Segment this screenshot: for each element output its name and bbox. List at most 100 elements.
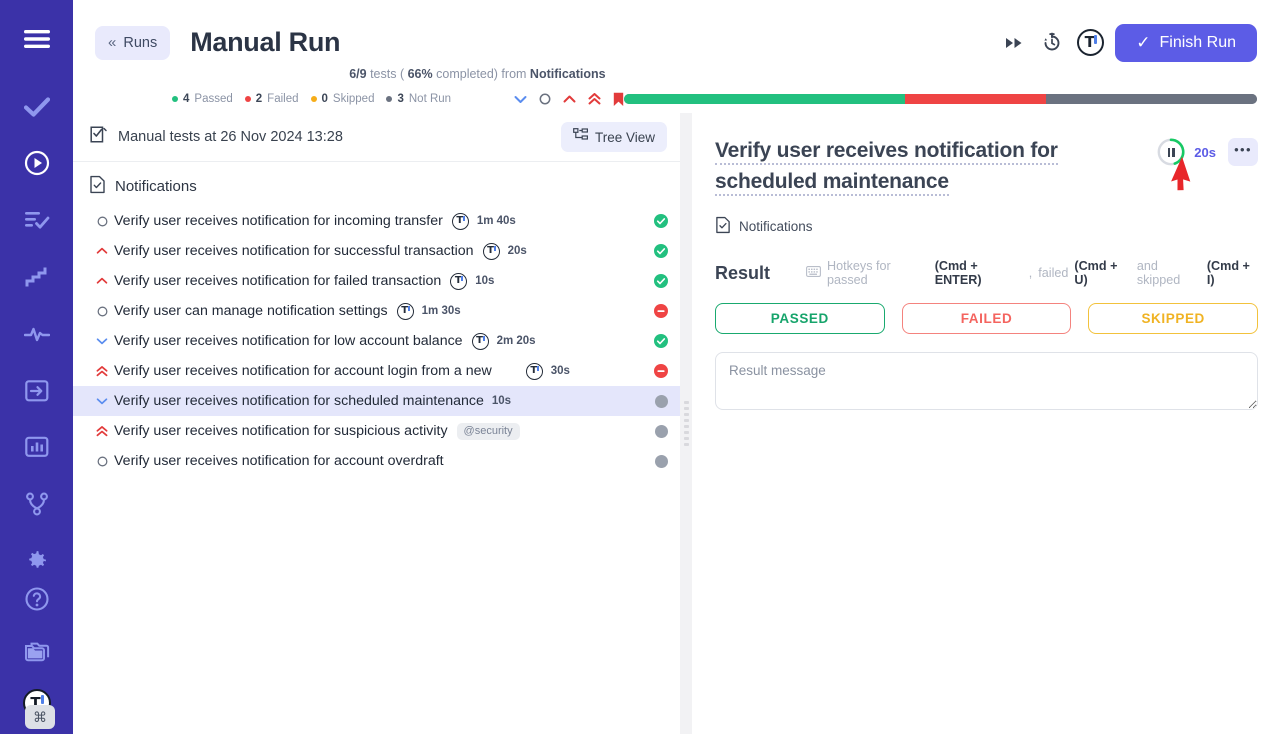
branch-icon[interactable] <box>17 485 57 523</box>
status-badge <box>645 395 668 408</box>
priority-blocker-filter[interactable] <box>613 92 624 107</box>
table-row[interactable]: Verify user receives notification for lo… <box>73 326 680 356</box>
test-name: Verify user receives notification for ac… <box>114 453 444 469</box>
hotkeys-prefix: Hotkeys for passed <box>827 259 929 287</box>
priority-high-icon <box>90 277 114 285</box>
suite-header[interactable]: Notifications <box>73 162 680 206</box>
page-header: « Runs Manual Run 6/9 tests ( 66% comple… <box>73 0 1280 85</box>
priority-filter-group <box>514 92 624 107</box>
result-label: Result <box>715 263 770 284</box>
pulse-icon[interactable] <box>17 315 57 353</box>
hotkey-failed: (Cmd + U) <box>1074 259 1130 287</box>
import-icon[interactable] <box>17 372 57 410</box>
hotkeys-hint: Hotkeys for passed (Cmd + ENTER) , faile… <box>806 259 1258 287</box>
skipped-button[interactable]: SKIPPED <box>1088 303 1258 334</box>
manual-type-icon: T <box>472 333 489 350</box>
stats-bar: 4 Passed 2 Failed 0 Skipped 3 Not Run <box>73 85 1280 113</box>
steps-icon[interactable] <box>17 258 57 296</box>
help-icon[interactable] <box>17 580 57 618</box>
back-to-runs-button[interactable]: « Runs <box>95 26 170 60</box>
splitter-grip-icon <box>684 401 689 446</box>
back-chevron-icon: « <box>108 35 116 50</box>
table-row[interactable]: Verify user receives notification for sc… <box>73 386 680 416</box>
passed-button-label: PASSED <box>771 311 829 326</box>
priority-low-icon <box>90 337 114 345</box>
priority-normal-filter[interactable] <box>539 93 551 105</box>
page-title: Manual Run <box>190 27 340 58</box>
table-row[interactable]: Verify user receives notification for su… <box>73 416 680 446</box>
table-row[interactable]: Verify user receives notification for ac… <box>73 356 680 386</box>
test-detail-pane: Verify user receives notification for sc… <box>692 113 1280 734</box>
run-progress-summary: 6/9 tests ( 66% completed) from Notifica… <box>349 67 605 85</box>
status-badge <box>645 455 668 468</box>
table-row[interactable]: Verify user can manage notification sett… <box>73 296 680 326</box>
notrun-label: Not Run <box>409 93 451 105</box>
fast-forward-icon[interactable] <box>995 24 1033 62</box>
timer-ring-icon[interactable] <box>1157 138 1185 166</box>
gear-icon[interactable] <box>17 542 57 580</box>
table-row[interactable]: Verify user receives notification for su… <box>73 236 680 266</box>
status-badge <box>644 214 668 228</box>
test-rows: Verify user receives notification for in… <box>73 206 680 476</box>
finish-run-label: Finish Run <box>1160 34 1236 52</box>
play-circle-icon[interactable] <box>17 145 57 183</box>
checkmark-icon[interactable] <box>17 88 57 126</box>
priority-important-filter[interactable] <box>588 93 601 105</box>
detail-header-actions: 20s ••• <box>1157 135 1258 166</box>
priority-normal-icon <box>90 216 114 227</box>
pane-splitter[interactable] <box>680 113 692 734</box>
test-list-header: Manual tests at 26 Nov 2024 13:28 Tree V… <box>73 113 680 162</box>
test-duration: 1m 40s <box>477 215 516 227</box>
status-badge <box>645 425 668 438</box>
passed-label: Passed <box>194 93 232 105</box>
table-row[interactable]: Verify user receives notification for in… <box>73 206 680 236</box>
test-name: Verify user receives notification for lo… <box>114 333 463 349</box>
finish-run-button[interactable]: ✓ Finish Run <box>1115 24 1257 62</box>
notrun-count: 3 <box>397 93 403 105</box>
brand-logo-icon[interactable]: T <box>1077 29 1104 56</box>
cmd-key-badge[interactable]: ⌘ <box>25 705 55 729</box>
run-progress-bar <box>624 94 1257 104</box>
skipped-dot-icon <box>311 96 317 102</box>
detail-suite[interactable]: Notifications <box>715 216 1258 237</box>
test-name: Verify user receives notification for su… <box>114 423 448 439</box>
manual-type-icon: T <box>450 273 467 290</box>
test-duration: 20s <box>508 245 527 257</box>
hotkey-passed: (Cmd + ENTER) <box>935 259 1023 287</box>
folder-icon[interactable] <box>17 632 57 670</box>
table-row[interactable]: Verify user receives notification for fa… <box>73 266 680 296</box>
checklist-icon[interactable] <box>17 201 57 239</box>
priority-low-filter[interactable] <box>514 95 527 104</box>
failed-count: 2 <box>256 93 262 105</box>
status-badge <box>644 244 668 258</box>
timer-refresh-icon[interactable] <box>1033 24 1071 62</box>
status-badge <box>644 364 668 378</box>
tree-view-button[interactable]: Tree View <box>561 122 667 152</box>
result-message-input[interactable] <box>715 352 1258 410</box>
menu-icon[interactable] <box>17 20 57 58</box>
chart-icon[interactable] <box>17 428 57 466</box>
test-tag[interactable]: @security <box>457 423 520 440</box>
test-name: Verify user receives notification for sc… <box>114 393 484 409</box>
run-tests-word: tests ( <box>370 67 404 81</box>
skipped-count: 0 <box>322 93 328 105</box>
failed-button[interactable]: FAILED <box>902 303 1072 334</box>
failed-dot-icon <box>245 96 251 102</box>
test-list-title: Manual tests at 26 Nov 2024 13:28 <box>118 129 343 145</box>
verdict-buttons: PASSED FAILED SKIPPED <box>715 303 1258 334</box>
priority-high-filter[interactable] <box>563 95 576 104</box>
test-list-pane: Manual tests at 26 Nov 2024 13:28 Tree V… <box>73 113 680 734</box>
run-source: Notifications <box>530 67 606 81</box>
table-row[interactable]: Verify user receives notification for ac… <box>73 446 680 476</box>
passed-button[interactable]: PASSED <box>715 303 885 334</box>
app-root: T ⌘ « Runs Manual Run 6/9 tests ( 66% co… <box>0 0 1280 734</box>
hotkeys-comma: , <box>1029 266 1033 280</box>
detail-more-button[interactable]: ••• <box>1228 138 1258 166</box>
priority-normal-icon <box>90 456 114 467</box>
manual-type-icon: T <box>526 363 543 380</box>
run-percent: 66% <box>408 67 433 81</box>
finish-check-icon: ✓ <box>1136 33 1150 53</box>
manual-tests-icon <box>89 125 108 149</box>
tree-view-icon <box>573 128 588 146</box>
test-duration: 1m 30s <box>422 305 461 317</box>
